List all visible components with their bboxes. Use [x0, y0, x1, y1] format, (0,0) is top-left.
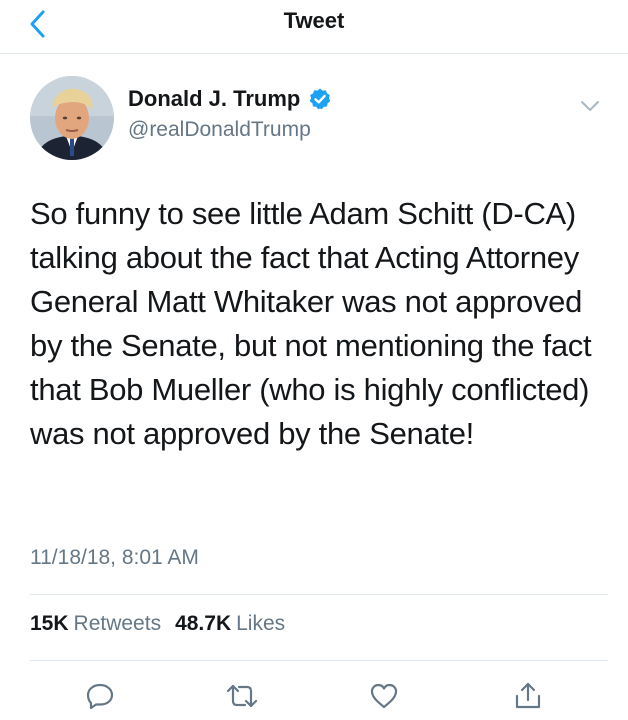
more-options-button[interactable]	[576, 92, 604, 120]
tweet-header: Donald J. Trump @realDonaldTrump	[30, 76, 610, 160]
share-icon	[515, 682, 541, 709]
tweet-stats: 15K Retweets 48.7K Likes	[30, 612, 285, 636]
divider	[30, 660, 608, 661]
verified-badge-icon	[310, 88, 331, 110]
display-name[interactable]: Donald J. Trump	[128, 86, 300, 112]
likes-stat[interactable]: 48.7K Likes	[175, 612, 285, 636]
page-title: Tweet	[283, 8, 345, 33]
reply-icon	[86, 683, 114, 710]
username[interactable]: @realDonaldTrump	[128, 118, 311, 142]
retweets-stat[interactable]: 15K Retweets	[30, 612, 161, 636]
chevron-down-icon	[581, 101, 599, 111]
retweet-button[interactable]	[222, 676, 262, 716]
avatar-image	[30, 76, 114, 160]
heart-icon	[370, 683, 398, 709]
tweet-text: So funny to see little Adam Schitt (D-CA…	[30, 196, 592, 451]
share-button[interactable]	[508, 676, 548, 716]
action-bar	[0, 670, 628, 720]
display-name-row: Donald J. Trump	[128, 86, 332, 112]
retweets-count: 15K	[30, 612, 69, 635]
tweet-timestamp: 11/18/18, 8:01 AM	[30, 546, 199, 569]
likes-label: Likes	[236, 612, 286, 635]
avatar[interactable]	[30, 76, 114, 160]
like-button[interactable]	[364, 676, 404, 716]
nav-bar: Tweet	[0, 0, 628, 54]
reply-button[interactable]	[80, 676, 120, 716]
likes-count: 48.7K	[175, 612, 232, 635]
retweet-icon	[226, 684, 258, 708]
divider	[30, 594, 608, 595]
retweets-label: Retweets	[73, 612, 162, 635]
